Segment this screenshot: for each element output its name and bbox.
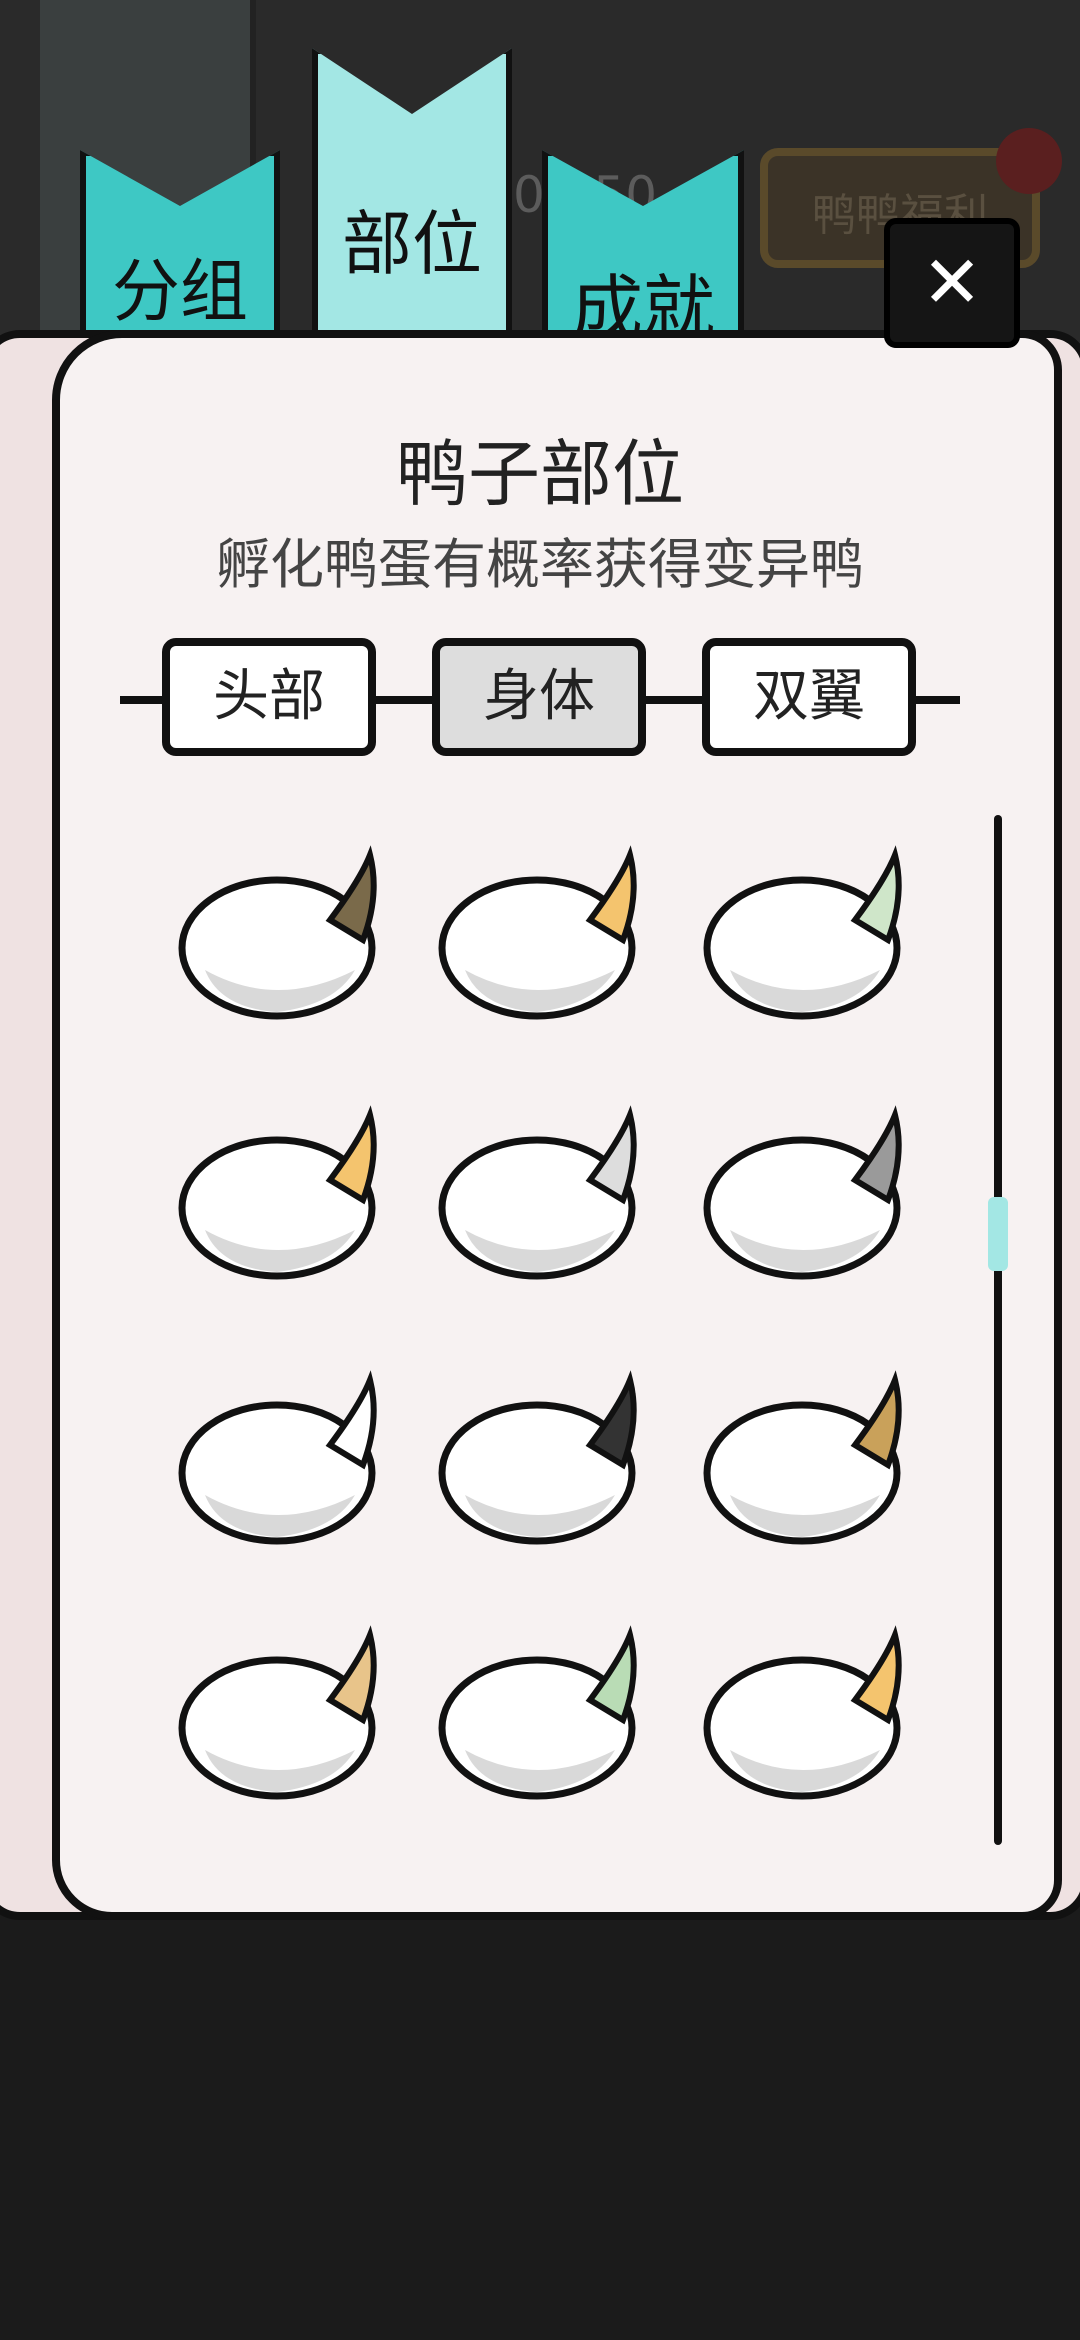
segment-body[interactable]: 身体 [432,638,646,756]
duck-body-icon [178,1625,377,1800]
duck-body-icon [703,1105,902,1280]
duck-part-body-cloak[interactable] [425,1080,665,1300]
duck-part-body-arrow-tail[interactable] [165,820,405,1040]
duck-part-body-flame-tail[interactable] [165,1080,405,1300]
tab-group-label: 分组 [111,253,248,332]
duck-body-icon [178,1370,377,1545]
scrollbar-thumb[interactable] [988,1197,1008,1272]
notification-dot [996,128,1062,194]
duck-part-body-cracked-egg[interactable] [690,820,930,1040]
page-subtitle: 孵化鸭蛋有概率获得变异鸭 [216,533,864,596]
duck-body-icon [438,1625,637,1800]
duck-body-icon [703,1625,902,1800]
close-icon: ✕ [921,240,983,324]
duck-part-body-stitched-fluff[interactable] [165,1345,405,1565]
close-button[interactable]: ✕ [884,218,1020,348]
duck-body-icon [703,1370,902,1545]
duck-body-icon [438,1105,637,1280]
segment-head[interactable]: 头部 [162,638,376,756]
duck-part-body-orange-spotted[interactable] [690,1600,930,1820]
duck-part-body-dark-tail[interactable] [425,1345,665,1565]
duck-body-icon [438,1370,637,1545]
page-title: 鸭子部位 [395,432,684,516]
duck-part-body-hand[interactable] [425,820,665,1040]
segment-wings[interactable]: 双翼 [702,638,916,756]
tab-parts-label: 部位 [342,203,482,285]
duck-body-icon [438,845,637,1020]
duck-part-body-bound[interactable] [690,1345,930,1565]
duck-part-body-bandaged[interactable] [165,1600,405,1820]
scrollbar-track[interactable] [994,815,1002,1845]
duck-body-icon [178,1105,377,1280]
duck-part-body-spiky[interactable] [690,1080,930,1300]
duck-body-icon [178,845,377,1020]
duck-part-body-green-shell[interactable] [425,1600,665,1820]
duck-body-icon [703,845,902,1020]
